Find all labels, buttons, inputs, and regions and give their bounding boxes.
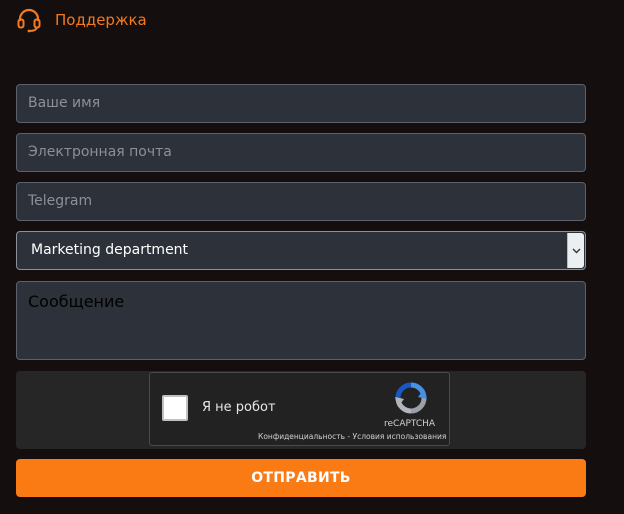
email-input[interactable]: Электронная почта: [16, 133, 586, 172]
privacy-link[interactable]: Конфиденциальность: [258, 432, 345, 441]
message-placeholder: Сообщение: [28, 292, 125, 311]
captcha-label: Я не робот: [202, 400, 276, 415]
terms-link[interactable]: Условия использования: [353, 432, 447, 441]
recaptcha-brand: reCAPTCHA: [384, 419, 436, 429]
telegram-input[interactable]: Telegram: [16, 182, 586, 221]
message-textarea[interactable]: Сообщение: [16, 281, 586, 360]
department-select[interactable]: Marketing department: [16, 231, 586, 270]
support-title: Поддержка: [55, 11, 147, 29]
name-placeholder: Ваше имя: [28, 95, 101, 111]
headset-icon: [16, 7, 42, 33]
links-separator: -: [345, 432, 353, 441]
recaptcha-links: Конфиденциальность - Условия использован…: [258, 432, 446, 441]
name-input[interactable]: Ваше имя: [16, 84, 586, 123]
telegram-placeholder: Telegram: [28, 193, 93, 209]
support-header: Поддержка: [16, 6, 147, 34]
email-placeholder: Электронная почта: [28, 144, 172, 160]
recaptcha-widget: Я не робот reCAPTCHA Конфиденциальность …: [149, 372, 450, 446]
captcha-checkbox[interactable]: [162, 395, 188, 421]
recaptcha-logo-icon: [394, 381, 428, 415]
submit-button[interactable]: ОТПРАВИТЬ: [16, 459, 586, 497]
chevron-down-icon[interactable]: [567, 233, 584, 268]
department-selected-value: Marketing department: [31, 242, 189, 258]
